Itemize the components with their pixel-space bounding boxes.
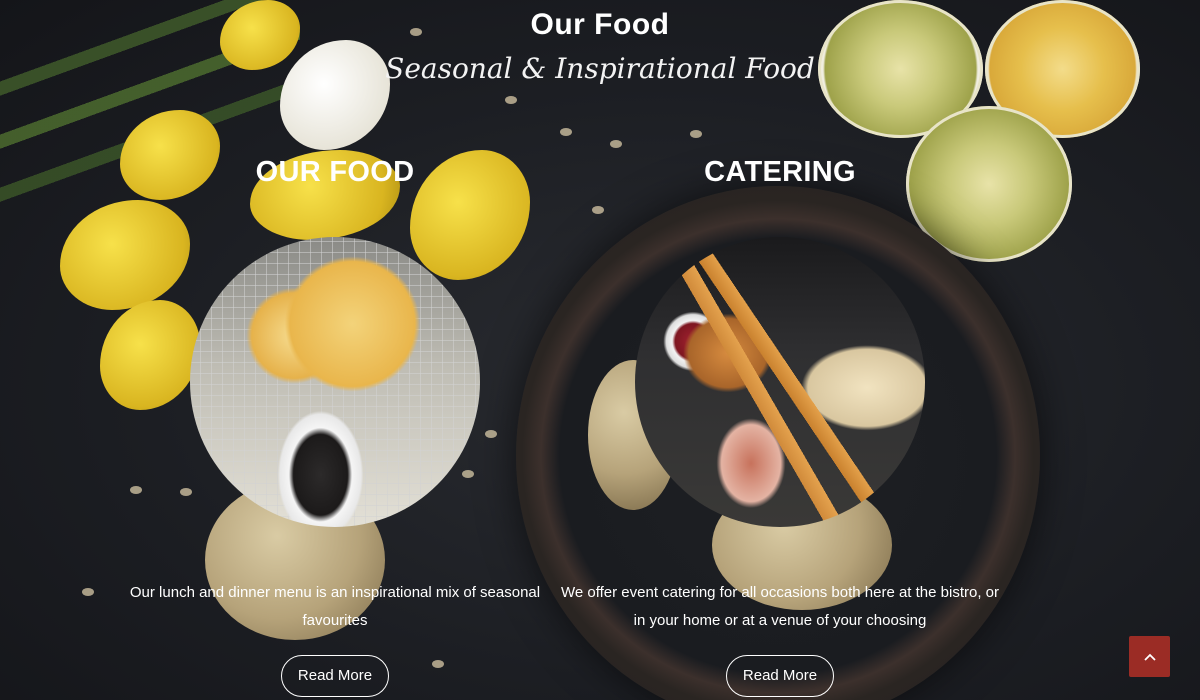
catering-read-more-button[interactable]: Read More: [726, 655, 834, 697]
almond-flake-decoration: [82, 588, 94, 596]
chevron-up-icon: [1143, 653, 1156, 661]
back-to-top-button[interactable]: [1129, 636, 1170, 677]
our-food-description: Our lunch and dinner menu is an inspirat…: [129, 584, 541, 629]
our-food-read-more-button[interactable]: Read More: [281, 655, 389, 697]
section-title: Our Food: [530, 8, 670, 41]
almond-flake-decoration: [560, 128, 572, 136]
hero-background: Our Food Seasonal & Inspirational Food O…: [0, 0, 1200, 700]
our-food-column: OUR FOOD Our lunch and dinner menu is an…: [115, 150, 555, 697]
section-subtitle: Seasonal & Inspirational Food: [385, 52, 815, 85]
almond-flake-decoration: [505, 96, 517, 104]
our-food-heading: OUR FOOD: [255, 156, 415, 188]
catering-heading: CATERING: [704, 156, 856, 188]
almond-flake-decoration: [610, 140, 622, 148]
catering-description: We offer event catering for all occasion…: [560, 584, 1000, 629]
almond-flake-decoration: [690, 130, 702, 138]
our-food-image: [190, 237, 480, 527]
catering-column: CATERING We offer event catering for all…: [560, 150, 1000, 697]
catering-image: [635, 237, 925, 527]
